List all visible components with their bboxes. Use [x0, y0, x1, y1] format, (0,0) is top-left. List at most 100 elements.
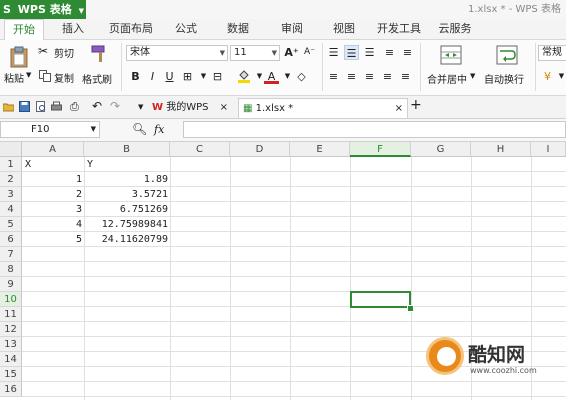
font-color-button[interactable]: A — [264, 69, 279, 84]
row-header[interactable]: 12 — [0, 322, 22, 337]
orientation-button[interactable]: ≡ — [382, 45, 397, 60]
tab-my-wps[interactable]: W 我的WPS × — [152, 98, 236, 117]
row-header[interactable]: 6 — [0, 232, 22, 247]
align-right-button[interactable]: ≡ — [362, 69, 377, 84]
menu-cloud-service[interactable]: 云服务 — [434, 19, 476, 39]
menu-developer[interactable]: 开发工具 — [374, 19, 424, 39]
name-box[interactable]: F10 ▼ — [0, 121, 100, 138]
undo-icon[interactable]: ↶ — [92, 97, 102, 116]
font-grow-button[interactable]: A⁺ — [284, 45, 299, 60]
row-header[interactable]: 3 — [0, 187, 22, 202]
column-header-d[interactable]: D — [230, 142, 290, 157]
indent-button[interactable]: ≡ — [400, 45, 415, 60]
cut-button[interactable]: ✂ 剪切 — [38, 44, 78, 60]
print-setup-icon[interactable]: ⎙ — [70, 97, 79, 116]
column-header-g[interactable]: G — [411, 142, 471, 157]
row-header[interactable]: 1 — [0, 157, 22, 172]
select-all-corner[interactable] — [0, 142, 22, 157]
row-header[interactable]: 9 — [0, 277, 22, 292]
cell-a6[interactable]: 5 — [22, 232, 84, 247]
cell-a5[interactable]: 4 — [22, 217, 84, 232]
print-icon[interactable] — [51, 101, 62, 112]
tab-document[interactable]: ▦ 1.xlsx * × — [238, 98, 408, 118]
customize-dropdown-icon[interactable]: ▼ — [138, 98, 143, 117]
row-header[interactable]: 11 — [0, 307, 22, 322]
fx-button[interactable]: fx — [154, 123, 164, 136]
cell-b4[interactable]: 6.751269 — [84, 202, 170, 217]
font-color-dropdown[interactable]: ▼ — [280, 69, 295, 84]
underline-button[interactable]: U — [162, 69, 177, 84]
save-icon[interactable] — [19, 101, 30, 112]
cell-a2[interactable]: 1 — [22, 172, 84, 187]
clear-format-button[interactable]: ◇ — [294, 69, 309, 84]
close-icon[interactable]: × — [220, 102, 228, 113]
cell-b3[interactable]: 3.5721 — [84, 187, 170, 202]
format-painter-button[interactable]: 格式刷 — [80, 42, 120, 88]
cell-a4[interactable]: 3 — [22, 202, 84, 217]
cell-a1[interactable]: X — [25, 157, 83, 172]
row-header[interactable]: 2 — [0, 172, 22, 187]
cell-a3[interactable]: 2 — [22, 187, 84, 202]
fill-handle[interactable] — [407, 305, 414, 312]
align-top-button[interactable]: ☰ — [326, 45, 341, 60]
formula-input[interactable] — [183, 121, 566, 138]
font-name-select[interactable]: 宋体 ▼ — [126, 45, 228, 61]
menu-formulas[interactable]: 公式 — [170, 19, 202, 39]
currency-format-button[interactable]: ¥ — [540, 69, 555, 84]
column-header-b[interactable]: B — [84, 142, 170, 157]
fill-color-button[interactable] — [236, 69, 251, 84]
zoom-lookup-icon[interactable]: 🔍︎ — [132, 122, 147, 136]
column-header-e[interactable]: E — [290, 142, 350, 157]
menu-home[interactable]: 开始 — [4, 19, 44, 41]
cell-b1[interactable]: Y — [87, 157, 169, 172]
font-shrink-button[interactable]: A⁻ — [302, 45, 317, 60]
row-header[interactable]: 4 — [0, 202, 22, 217]
column-header-c[interactable]: C — [170, 142, 230, 157]
row-header[interactable]: 16 — [0, 382, 22, 397]
column-header-f[interactable]: F — [350, 142, 411, 157]
borders-dropdown[interactable]: ▼ — [196, 69, 211, 84]
menu-insert[interactable]: 插入 — [56, 19, 90, 39]
align-bottom-button[interactable]: ☰ — [362, 45, 377, 60]
selected-cell-f10[interactable] — [350, 291, 411, 308]
bold-button[interactable]: B — [128, 69, 143, 84]
row-header[interactable]: 8 — [0, 262, 22, 277]
column-header-i[interactable]: I — [531, 142, 566, 157]
currency-dropdown[interactable]: ▼ — [554, 69, 566, 84]
align-left-button[interactable]: ≡ — [326, 69, 341, 84]
distributed-button[interactable]: ≡ — [398, 69, 413, 84]
merge-center-button[interactable]: 合并居中 ▼ — [424, 42, 478, 90]
app-menu-button[interactable]: S WPS 表格 ▼ — [0, 0, 86, 19]
row-header[interactable]: 7 — [0, 247, 22, 262]
open-folder-icon[interactable] — [3, 101, 14, 112]
justify-button[interactable]: ≡ — [380, 69, 395, 84]
align-middle-button[interactable]: ☰ — [344, 45, 359, 60]
column-header-h[interactable]: H — [471, 142, 531, 157]
align-center-button[interactable]: ≡ — [344, 69, 359, 84]
cell-b2[interactable]: 1.89 — [84, 172, 170, 187]
wrap-text-button[interactable]: 自动换行 — [482, 42, 532, 90]
new-tab-button[interactable]: + — [410, 96, 422, 115]
borders-button[interactable]: ⊞ — [180, 69, 195, 84]
cell-b5[interactable]: 12.75989841 — [84, 217, 170, 232]
print-preview-icon[interactable] — [35, 101, 46, 112]
close-icon[interactable]: × — [395, 99, 403, 118]
row-header[interactable]: 10 — [0, 292, 22, 307]
cell-b6[interactable]: 24.11620799 — [84, 232, 170, 247]
menu-view[interactable]: 视图 — [328, 19, 360, 39]
merge-icon-button[interactable]: ⊟ — [210, 69, 225, 84]
italic-button[interactable]: I — [145, 69, 160, 84]
menu-data[interactable]: 数据 — [222, 19, 254, 39]
number-format-select[interactable]: 常规 — [538, 45, 566, 61]
copy-button[interactable]: 复制 — [38, 69, 78, 85]
font-size-select[interactable]: 11 ▼ — [230, 45, 280, 61]
menu-review[interactable]: 审阅 — [276, 19, 308, 39]
row-header[interactable]: 14 — [0, 352, 22, 367]
row-header[interactable]: 13 — [0, 337, 22, 352]
paste-button[interactable]: 粘贴 ▼ — [2, 42, 36, 92]
row-header[interactable]: 5 — [0, 217, 22, 232]
menu-page-layout[interactable]: 页面布局 — [104, 19, 158, 39]
redo-icon[interactable]: ↷ — [110, 97, 120, 116]
row-header[interactable]: 15 — [0, 367, 22, 382]
column-header-a[interactable]: A — [22, 142, 84, 157]
